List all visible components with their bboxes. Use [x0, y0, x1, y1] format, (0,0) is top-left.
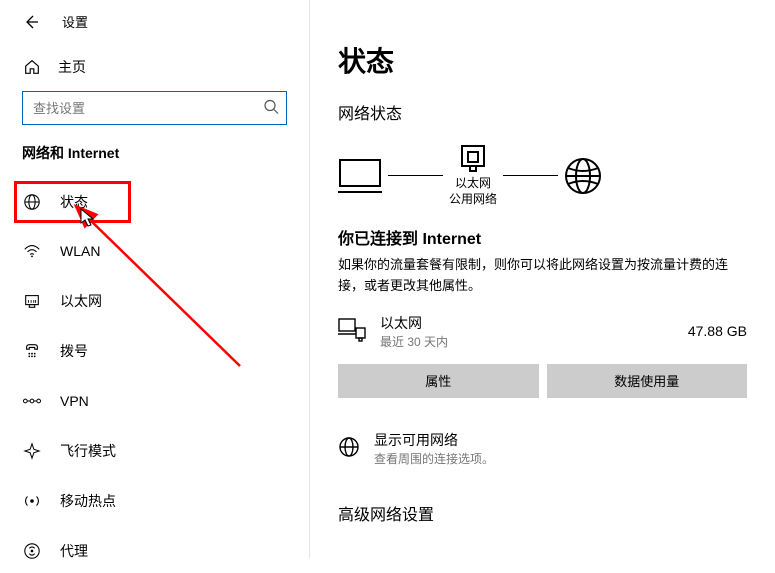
connection-usage: 47.88 GB — [688, 323, 747, 339]
page-title: 状态 — [338, 40, 747, 80]
search-icon — [263, 99, 279, 118]
network-diagram: 以太网 公用网络 — [338, 144, 747, 207]
vpn-icon — [22, 391, 42, 411]
sidebar-item-ethernet[interactable]: 以太网 — [0, 279, 309, 323]
app-title: 设置 — [62, 12, 88, 31]
sidebar-item-vpn[interactable]: VPN — [0, 379, 309, 423]
connection-row: 以太网 最近 30 天内 47.88 GB — [338, 313, 747, 350]
adapter-icon — [458, 144, 488, 174]
wifi-icon — [22, 241, 42, 261]
hotspot-icon — [22, 491, 42, 511]
dialup-icon — [22, 341, 42, 361]
sidebar-item-label: 代理 — [60, 541, 88, 561]
proxy-icon — [22, 541, 42, 561]
sidebar-item-wlan[interactable]: WLAN — [0, 229, 309, 273]
sidebar-item-label: 拨号 — [60, 341, 88, 361]
subheading: 网络状态 — [338, 100, 747, 124]
sidebar: 设置 主页 网络和 Internet 状态 — [0, 0, 310, 558]
sidebar-item-dialup[interactable]: 拨号 — [0, 329, 309, 373]
home-icon — [22, 57, 42, 77]
back-arrow-icon — [23, 14, 39, 30]
status-icon — [22, 192, 42, 212]
home-label: 主页 — [58, 57, 86, 77]
sidebar-item-label: 状态 — [60, 192, 88, 212]
show-networks-title: 显示可用网络 — [374, 430, 494, 450]
globe-small-icon — [338, 436, 360, 461]
sidebar-item-proxy[interactable]: 代理 — [0, 529, 309, 573]
sidebar-item-label: 移动热点 — [60, 491, 116, 511]
adapter-name: 以太网 — [449, 176, 497, 192]
connection-period: 最近 30 天内 — [380, 333, 674, 350]
show-networks-sub: 查看周围的连接选项。 — [374, 450, 494, 467]
properties-button[interactable]: 属性 — [338, 364, 539, 398]
globe-icon — [564, 157, 602, 195]
back-button[interactable] — [22, 13, 40, 31]
sidebar-home[interactable]: 主页 — [0, 49, 309, 91]
status-description: 如果你的流量套餐有限制，则你可以将此网络设置为按流量计费的连接，或者更改其他属性… — [338, 255, 747, 297]
titlebar: 设置 — [0, 2, 309, 49]
show-networks-link[interactable]: 显示可用网络 查看周围的连接选项。 — [338, 430, 747, 467]
data-usage-button[interactable]: 数据使用量 — [547, 364, 748, 398]
sidebar-item-status[interactable]: 状态 — [14, 181, 131, 223]
sidebar-item-label: 以太网 — [60, 291, 102, 311]
sidebar-item-label: 飞行模式 — [60, 441, 116, 461]
sidebar-section-label: 网络和 Internet — [0, 143, 309, 171]
nav-list: 状态 WLAN 以太网 拨号 — [0, 171, 309, 573]
sidebar-item-label: VPN — [60, 393, 89, 409]
search-wrap — [0, 91, 309, 143]
search-input[interactable] — [22, 91, 287, 125]
airplane-icon — [22, 441, 42, 461]
status-heading: 你已连接到 Internet — [338, 225, 747, 249]
main-content: 状态 网络状态 以太网 公用网络 你已连接到 Internet 如果你的流量套餐… — [310, 0, 775, 558]
adapter-type: 公用网络 — [449, 192, 497, 208]
sidebar-item-hotspot[interactable]: 移动热点 — [0, 479, 309, 523]
connection-icon — [338, 318, 366, 345]
advanced-heading: 高级网络设置 — [338, 501, 747, 525]
sidebar-item-airplane[interactable]: 飞行模式 — [0, 429, 309, 473]
connection-name: 以太网 — [380, 313, 674, 333]
sidebar-item-label: WLAN — [60, 243, 100, 259]
ethernet-icon — [22, 291, 42, 311]
pc-icon — [338, 158, 382, 194]
